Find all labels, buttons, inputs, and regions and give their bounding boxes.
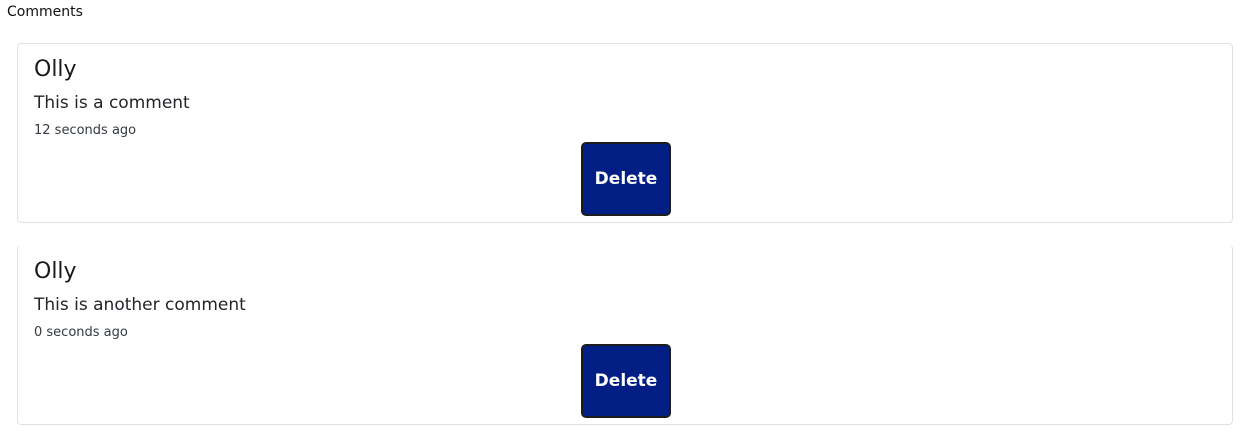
delete-button[interactable]: Delete xyxy=(581,142,671,216)
comment-text: This is another comment xyxy=(34,295,246,315)
comments-page: Comments Olly This is a comment 12 secon… xyxy=(0,0,1253,434)
comment-author: Olly xyxy=(34,57,77,82)
comment-author: Olly xyxy=(34,259,77,284)
comment-timestamp: 12 seconds ago xyxy=(34,123,137,138)
delete-button[interactable]: Delete xyxy=(581,344,671,418)
comments-heading: Comments xyxy=(7,4,83,20)
comment-card: Olly This is a comment 12 seconds ago De… xyxy=(17,43,1233,223)
comment-card: Olly This is another comment 0 seconds a… xyxy=(17,245,1233,425)
comment-timestamp: 0 seconds ago xyxy=(34,325,128,340)
comment-text: This is a comment xyxy=(34,93,190,113)
